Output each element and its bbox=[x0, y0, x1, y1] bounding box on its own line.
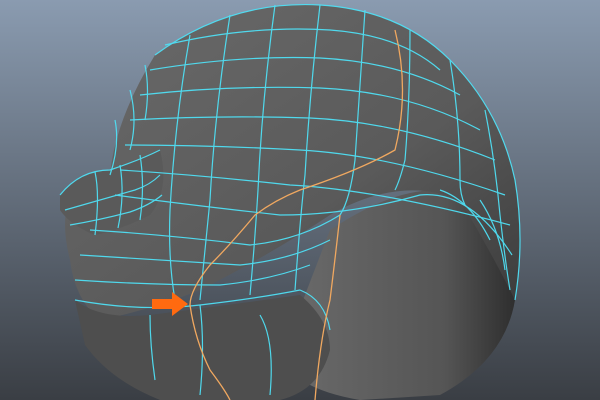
modeling-viewport[interactable] bbox=[0, 0, 600, 400]
viewport-canvas[interactable] bbox=[0, 0, 600, 400]
